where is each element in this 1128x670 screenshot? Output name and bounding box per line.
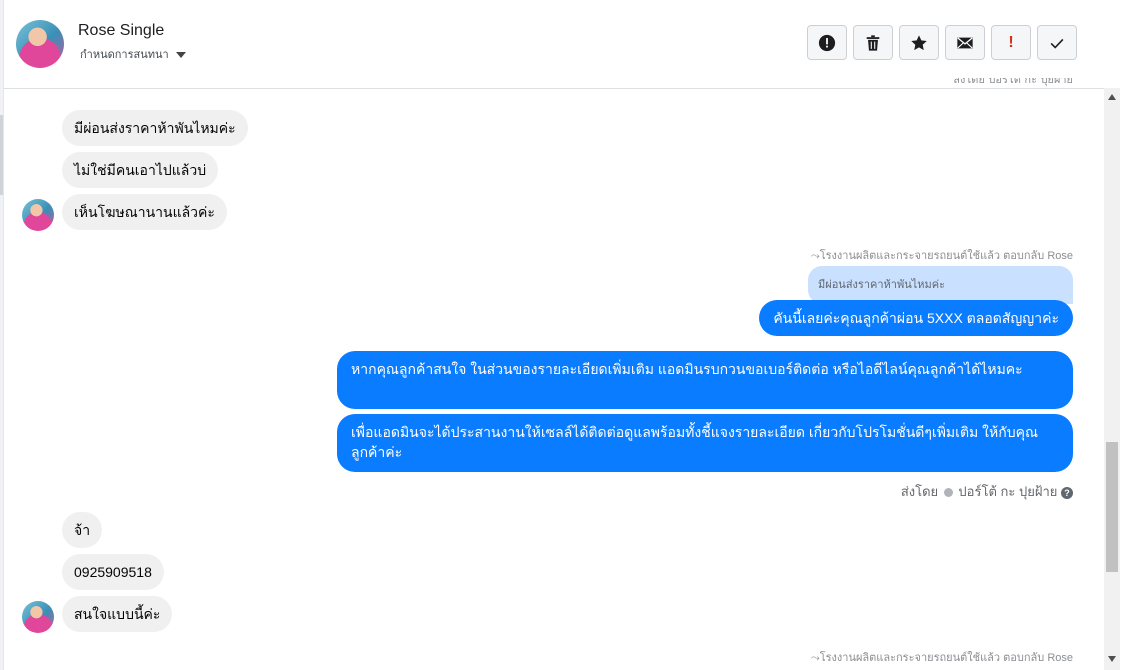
incoming-message[interactable]: เห็นโฆษณานานแล้วค่ะ: [62, 194, 227, 230]
outgoing-message[interactable]: เพื่อแอดมินจะได้ประสานงานให้เซลล์ได้ติดต…: [337, 414, 1073, 472]
delete-button[interactable]: [853, 25, 893, 60]
contact-avatar[interactable]: [16, 20, 64, 68]
mark-unread-button[interactable]: [945, 25, 985, 60]
envelope-icon: [957, 37, 973, 48]
contact-avatar-small[interactable]: [22, 199, 54, 231]
contact-avatar-small[interactable]: [22, 601, 54, 633]
outgoing-message[interactable]: หากคุณลูกค้าสนใจ ในส่วนของรายละเอียดเพิ่…: [337, 351, 1073, 409]
contact-name[interactable]: Rose Single: [78, 22, 164, 40]
window-left-edge: [0, 0, 4, 670]
incoming-message[interactable]: 0925909518: [62, 554, 164, 590]
reply-arrow-icon: ⤳: [810, 652, 820, 664]
sent-by-names: ปอร์โต้ กะ ปุยฝ้าย: [958, 484, 1058, 499]
scroll-up-arrow-icon[interactable]: [1108, 94, 1116, 100]
spam-button[interactable]: [807, 25, 847, 60]
star-icon: [911, 34, 927, 50]
reply-meta: ⤳โรงงานผลิตและกระจายรถยนต์ใช้แล้ว ตอบกลั…: [811, 648, 1073, 666]
scroll-down-arrow-icon[interactable]: [1108, 656, 1116, 662]
reply-meta-text: โรงงานผลิตและกระจายรถยนต์ใช้แล้ว ตอบกลับ…: [819, 652, 1073, 664]
sent-by-line: ส่งโดย ปอร์โต้ กะ ปุยฝ้าย ?: [901, 481, 1073, 502]
quoted-message[interactable]: มีผ่อนส่งราคาห้าพันไหมค่ะ: [808, 266, 1073, 304]
incoming-message[interactable]: สนใจแบบนี้ค่ะ: [62, 596, 173, 632]
scroll-thumb[interactable]: [1106, 442, 1118, 572]
help-icon[interactable]: ?: [1061, 486, 1073, 499]
conversation-header: Rose Single กำหนดการสนทนา !: [4, 0, 1104, 89]
edge-marker: [0, 115, 3, 195]
incoming-message[interactable]: ไม่ใช่มีคนเอาไปแล้วบ่: [62, 152, 219, 188]
exclamation-icon: !: [1008, 33, 1014, 51]
mark-done-button[interactable]: [1037, 25, 1077, 60]
reply-meta: ⤳โรงงานผลิตและกระจายรถยนต์ใช้แล้ว ตอบกลั…: [811, 246, 1073, 264]
clipped-meta-text: ส่งโดย ปอร์โต้ กะ ปุยฝ้าย: [953, 78, 1073, 86]
trash-icon: [866, 34, 880, 51]
check-icon: [1050, 38, 1064, 49]
follow-up-button[interactable]: !: [991, 25, 1031, 60]
incoming-message[interactable]: จ้า: [62, 512, 103, 548]
reply-arrow-icon: ⤳: [810, 250, 820, 262]
incoming-message[interactable]: มีผ่อนส่งราคาห้าพันไหมค่ะ: [62, 110, 248, 146]
action-toolbar: !: [807, 25, 1077, 60]
caret-down-icon: [175, 52, 186, 59]
alert-circle-icon: [818, 34, 836, 51]
outgoing-message[interactable]: คันนี้เลยค่ะคุณลูกค้าผ่อน 5XXX ตลอดสัญญา…: [759, 300, 1073, 336]
reply-meta-text: โรงงานผลิตและกระจายรถยนต์ใช้แล้ว ตอบกลับ…: [819, 250, 1073, 262]
star-button[interactable]: [899, 25, 939, 60]
assign-label: กำหนดการสนทนา: [80, 49, 169, 61]
agent-dot-icon: [943, 488, 953, 498]
scrollbar[interactable]: [1104, 88, 1120, 670]
sent-by-prefix: ส่งโดย: [900, 484, 939, 499]
assign-conversation-dropdown[interactable]: กำหนดการสนทนา: [80, 45, 186, 63]
